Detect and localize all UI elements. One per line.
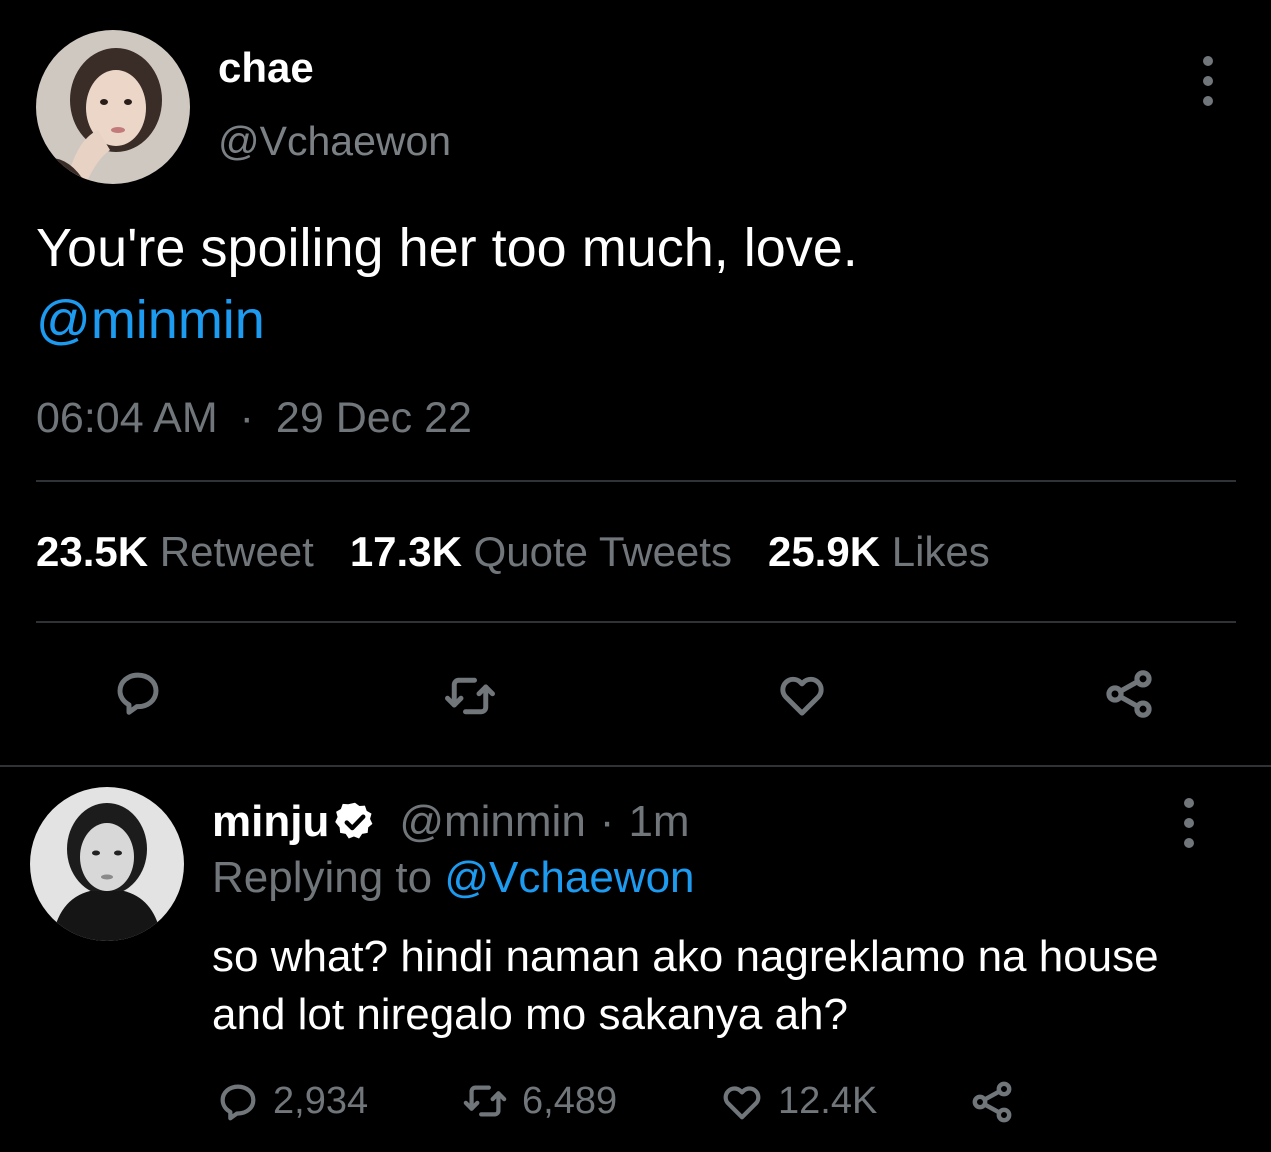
likes-stat[interactable]: 25.9K Likes <box>768 528 990 575</box>
tweet-mention-link[interactable]: @minmin <box>36 290 265 350</box>
retweet-button[interactable] <box>438 664 502 728</box>
quotes-label: Quote Tweets <box>473 528 732 575</box>
reply-age: 1m <box>628 797 690 846</box>
divider <box>36 480 1236 482</box>
reply-reply-button[interactable]: 2,934 <box>215 1078 368 1124</box>
quotes-stat[interactable]: 17.3K Quote Tweets <box>350 528 732 575</box>
reply-reply-count: 2,934 <box>273 1079 369 1122</box>
replying-to: Replying to @Vchaewon <box>212 853 695 903</box>
tweet-time: 06:04 AM <box>36 394 218 442</box>
author-handle[interactable]: @Vchaewon <box>218 118 451 165</box>
retweet-icon <box>445 677 495 715</box>
share-button[interactable] <box>1097 662 1161 726</box>
tweet-stats: 23.5K Retweet 17.3K Quote Tweets 25.9K Lik… <box>36 528 1026 576</box>
reply-author-avatar[interactable] <box>30 787 184 941</box>
verified-badge-icon <box>335 802 373 839</box>
replying-prefix: Replying to <box>212 853 433 902</box>
reply-retweet-button[interactable]: 6,489 <box>460 1078 617 1124</box>
share-icon <box>972 1081 1012 1123</box>
replying-to-link[interactable]: @Vchaewon <box>444 853 694 902</box>
more-options-icon[interactable] <box>1196 56 1220 106</box>
section-divider <box>0 765 1271 767</box>
reply-retweet-count: 6,489 <box>522 1079 618 1122</box>
tweet-text: You're spoiling her too much, love. @min… <box>36 212 1236 356</box>
reply-handle[interactable]: @minmin <box>399 797 585 847</box>
reply-like-button[interactable]: 12.4K <box>718 1078 877 1124</box>
reply-more-options-icon[interactable] <box>1177 798 1201 848</box>
reply-icon <box>117 672 159 715</box>
reply-share-button[interactable] <box>968 1078 1028 1126</box>
likes-label: Likes <box>891 528 990 575</box>
retweets-count: 23.5K <box>36 528 149 575</box>
quotes-count: 17.3K <box>349 528 462 575</box>
like-icon <box>780 676 824 716</box>
author-display-name[interactable]: chae <box>218 44 314 92</box>
tweet-date: 29 Dec 22 <box>275 394 472 442</box>
share-icon <box>1106 670 1152 718</box>
reply-header: minju @minmin · 1m <box>212 797 690 847</box>
like-button[interactable] <box>770 662 834 726</box>
retweets-label: Retweet <box>159 528 314 575</box>
reply-display-name[interactable]: minju <box>212 797 329 847</box>
reply-icon <box>220 1084 256 1121</box>
retweets-stat[interactable]: 23.5K Retweet <box>36 528 314 575</box>
author-avatar[interactable] <box>36 30 190 184</box>
tweet-timestamp[interactable]: 06:04 AM · 29 Dec 22 <box>36 394 472 443</box>
reply-like-count: 12.4K <box>778 1079 878 1122</box>
likes-count: 25.9K <box>767 528 881 575</box>
reply-separator: · <box>599 797 615 846</box>
tweet-body: You're spoiling her too much, love. <box>36 218 858 278</box>
retweet-icon <box>463 1085 507 1117</box>
timestamp-separator: · <box>239 394 254 442</box>
reply-button[interactable] <box>106 660 170 724</box>
divider <box>36 621 1236 623</box>
reply-text: so what? hindi naman ako nagreklamo na h… <box>212 932 1159 1039</box>
like-icon <box>723 1086 761 1120</box>
